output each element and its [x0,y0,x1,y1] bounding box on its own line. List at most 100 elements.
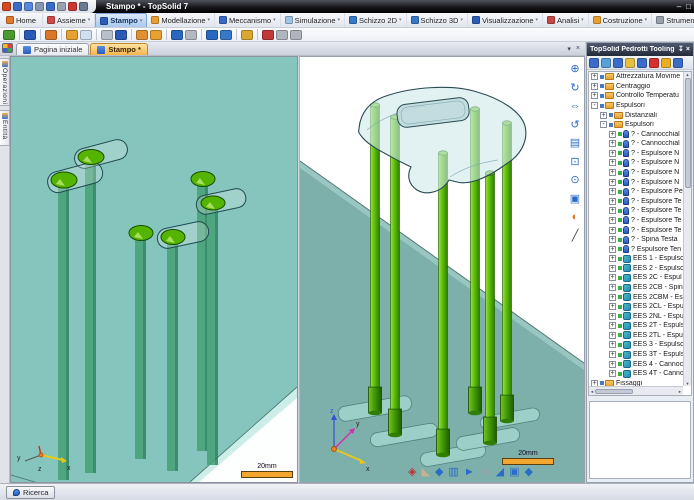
tree-expander[interactable]: + [609,284,616,291]
toolbar-item[interactable] [220,30,232,40]
tab-pagina-iniziale[interactable]: Pagina iniziale [16,43,89,55]
tree-expander[interactable]: + [609,140,616,147]
tree-expander[interactable]: - [600,121,607,128]
tree-item[interactable]: + EES 2CBM - Esp [589,292,683,302]
orient-icon[interactable]: ◢ [496,465,504,480]
tab-list-button[interactable]: ▾ [567,45,571,53]
toolbar-item[interactable] [19,29,20,40]
toolbar-item[interactable] [131,29,132,40]
snap-icon[interactable]: ▣ [509,465,519,480]
toolbar-item[interactable] [201,29,202,40]
tree-item[interactable]: + ? - Cannocchial [589,129,683,139]
toolbar-item[interactable] [171,30,183,40]
tree-item[interactable]: + ? - Espulsore Te [589,206,683,216]
app-icon[interactable] [2,2,11,11]
toolbar-item[interactable] [241,30,253,40]
toolbar-item[interactable] [236,29,237,40]
tree-expander[interactable]: + [609,188,616,195]
scroll-right-icon[interactable]: ► [678,389,682,394]
tree-expander[interactable]: + [609,150,616,157]
tree-item[interactable]: + EES 2TL - Espul [589,331,683,341]
select-icon[interactable] [589,58,599,68]
pin-icon[interactable]: ↧ [678,45,684,54]
bolt-icon[interactable] [625,58,635,68]
tree-item[interactable]: + EES 2T - Espuls [589,321,683,331]
tree-item[interactable]: + EES 3T - Espuls [589,350,683,360]
toolbar-item[interactable] [45,30,57,40]
ribbon-tab[interactable]: Visualizzazione ▾ [468,13,543,27]
assemble-icon[interactable]: ◆ [524,465,532,480]
tree-item[interactable]: + EES 3 - Espulso [589,340,683,350]
tree-item[interactable]: + EES 2CL - Espu [589,302,683,312]
scroll-thumb[interactable] [595,389,633,394]
viewport-iso-view[interactable]: z y x ⊕ ↻ ⇔ ↺ ▤ ⊡ ⊙ ▣ ◐ [299,56,585,483]
tree-expander[interactable]: + [609,313,616,320]
toolbar-item[interactable] [150,30,162,40]
topsolid-icon[interactable] [637,58,647,68]
tree-expander[interactable]: + [609,159,616,166]
document-icon[interactable] [35,2,44,11]
move-component-icon[interactable]: ◈ [408,465,416,480]
tree-expander[interactable]: + [609,227,616,234]
ribbon-tab[interactable]: Schizzo 3D ▾ [407,13,468,27]
toolbar-item[interactable] [136,30,148,40]
tree-item[interactable]: + ? - Espulsore N [589,158,683,168]
tree-filter-icon[interactable] [601,58,611,68]
toolbar-item[interactable] [3,30,15,40]
ribbon-tab[interactable]: Schizzo 2D ▾ [345,13,406,27]
tree-item[interactable]: + ? - Espulsore N [589,168,683,178]
tree-expander[interactable]: + [609,351,616,358]
zoom-icon[interactable]: ⊙ [567,173,583,188]
sidebar-tab-operazioni[interactable]: Operazioni [0,58,10,106]
tree-expander[interactable]: + [609,265,616,272]
ribbon-tab[interactable]: Costruzione ▾ [589,13,653,27]
pan-icon[interactable]: ⊕ [567,62,583,77]
tree-expander[interactable]: + [609,332,616,339]
toolbar-item[interactable] [206,30,218,40]
toolbar-item[interactable] [80,30,92,40]
tree-item[interactable]: + ? - Cannocchial [589,139,683,149]
tree-item[interactable]: + Distanziali [589,110,683,120]
tree-item[interactable]: + ? - Spina Testa [589,235,683,245]
ribbon-tab[interactable]: Strumenti ▾ [652,13,694,27]
ribbon-tab[interactable]: Analisi ▾ [543,13,589,27]
tree-expander[interactable]: + [609,169,616,176]
tree-expander[interactable]: + [609,236,616,243]
orbit-icon[interactable]: ↻ [567,81,583,96]
tree-expander[interactable]: + [609,217,616,224]
align-icon[interactable]: ▥ [448,465,458,480]
minimize-button[interactable]: – [677,2,681,11]
sync-icon[interactable] [79,2,88,11]
rotate-view-icon[interactable]: ↺ [567,118,583,133]
ribbon-tab[interactable]: Assieme ▾ [43,13,95,27]
tree-item[interactable]: + EES 4T - Canno [589,369,683,379]
arrow-icon[interactable] [673,58,683,68]
save-icon[interactable] [13,2,22,11]
tree-item[interactable]: - Espulsori [589,120,683,130]
translate-icon[interactable]: ► [464,465,475,480]
scroll-up-icon[interactable]: ▲ [686,72,690,77]
tree-item[interactable]: + EES 4 - Cannoc [589,359,683,369]
tree-item[interactable]: + ? - Espulsore Te [589,197,683,207]
measure-icon[interactable]: ╱ [567,229,583,244]
toolbar-item[interactable] [257,29,258,40]
tree-expander[interactable]: + [591,92,598,99]
tree-item[interactable]: + EES 2NL - Espu [589,311,683,321]
toolbar-item[interactable]: ▾ [115,30,127,40]
tree-expander[interactable]: + [609,294,616,301]
save-all-icon[interactable] [24,2,33,11]
tree-expander[interactable]: + [609,198,616,205]
tree-expander[interactable]: + [609,131,616,138]
toolbar-item[interactable]: ▾ [24,30,36,40]
tree-expander[interactable]: + [591,73,598,80]
tree-item[interactable]: + EES 2C - Espul [589,273,683,283]
tree-item[interactable]: + ? Espulsore Ten [589,244,683,254]
tree-expander[interactable]: + [609,370,616,377]
zoom-window-icon[interactable]: ⊡ [567,155,583,170]
tree-vertical-scrollbar[interactable]: ▲ ▼ [683,72,691,386]
scroll-down-icon[interactable]: ▼ [686,381,690,386]
ribbon-tab[interactable]: Home [2,13,43,27]
scroll-thumb[interactable] [685,78,691,188]
search-button[interactable]: Ricerca [6,486,55,499]
pen-icon[interactable] [68,2,77,11]
